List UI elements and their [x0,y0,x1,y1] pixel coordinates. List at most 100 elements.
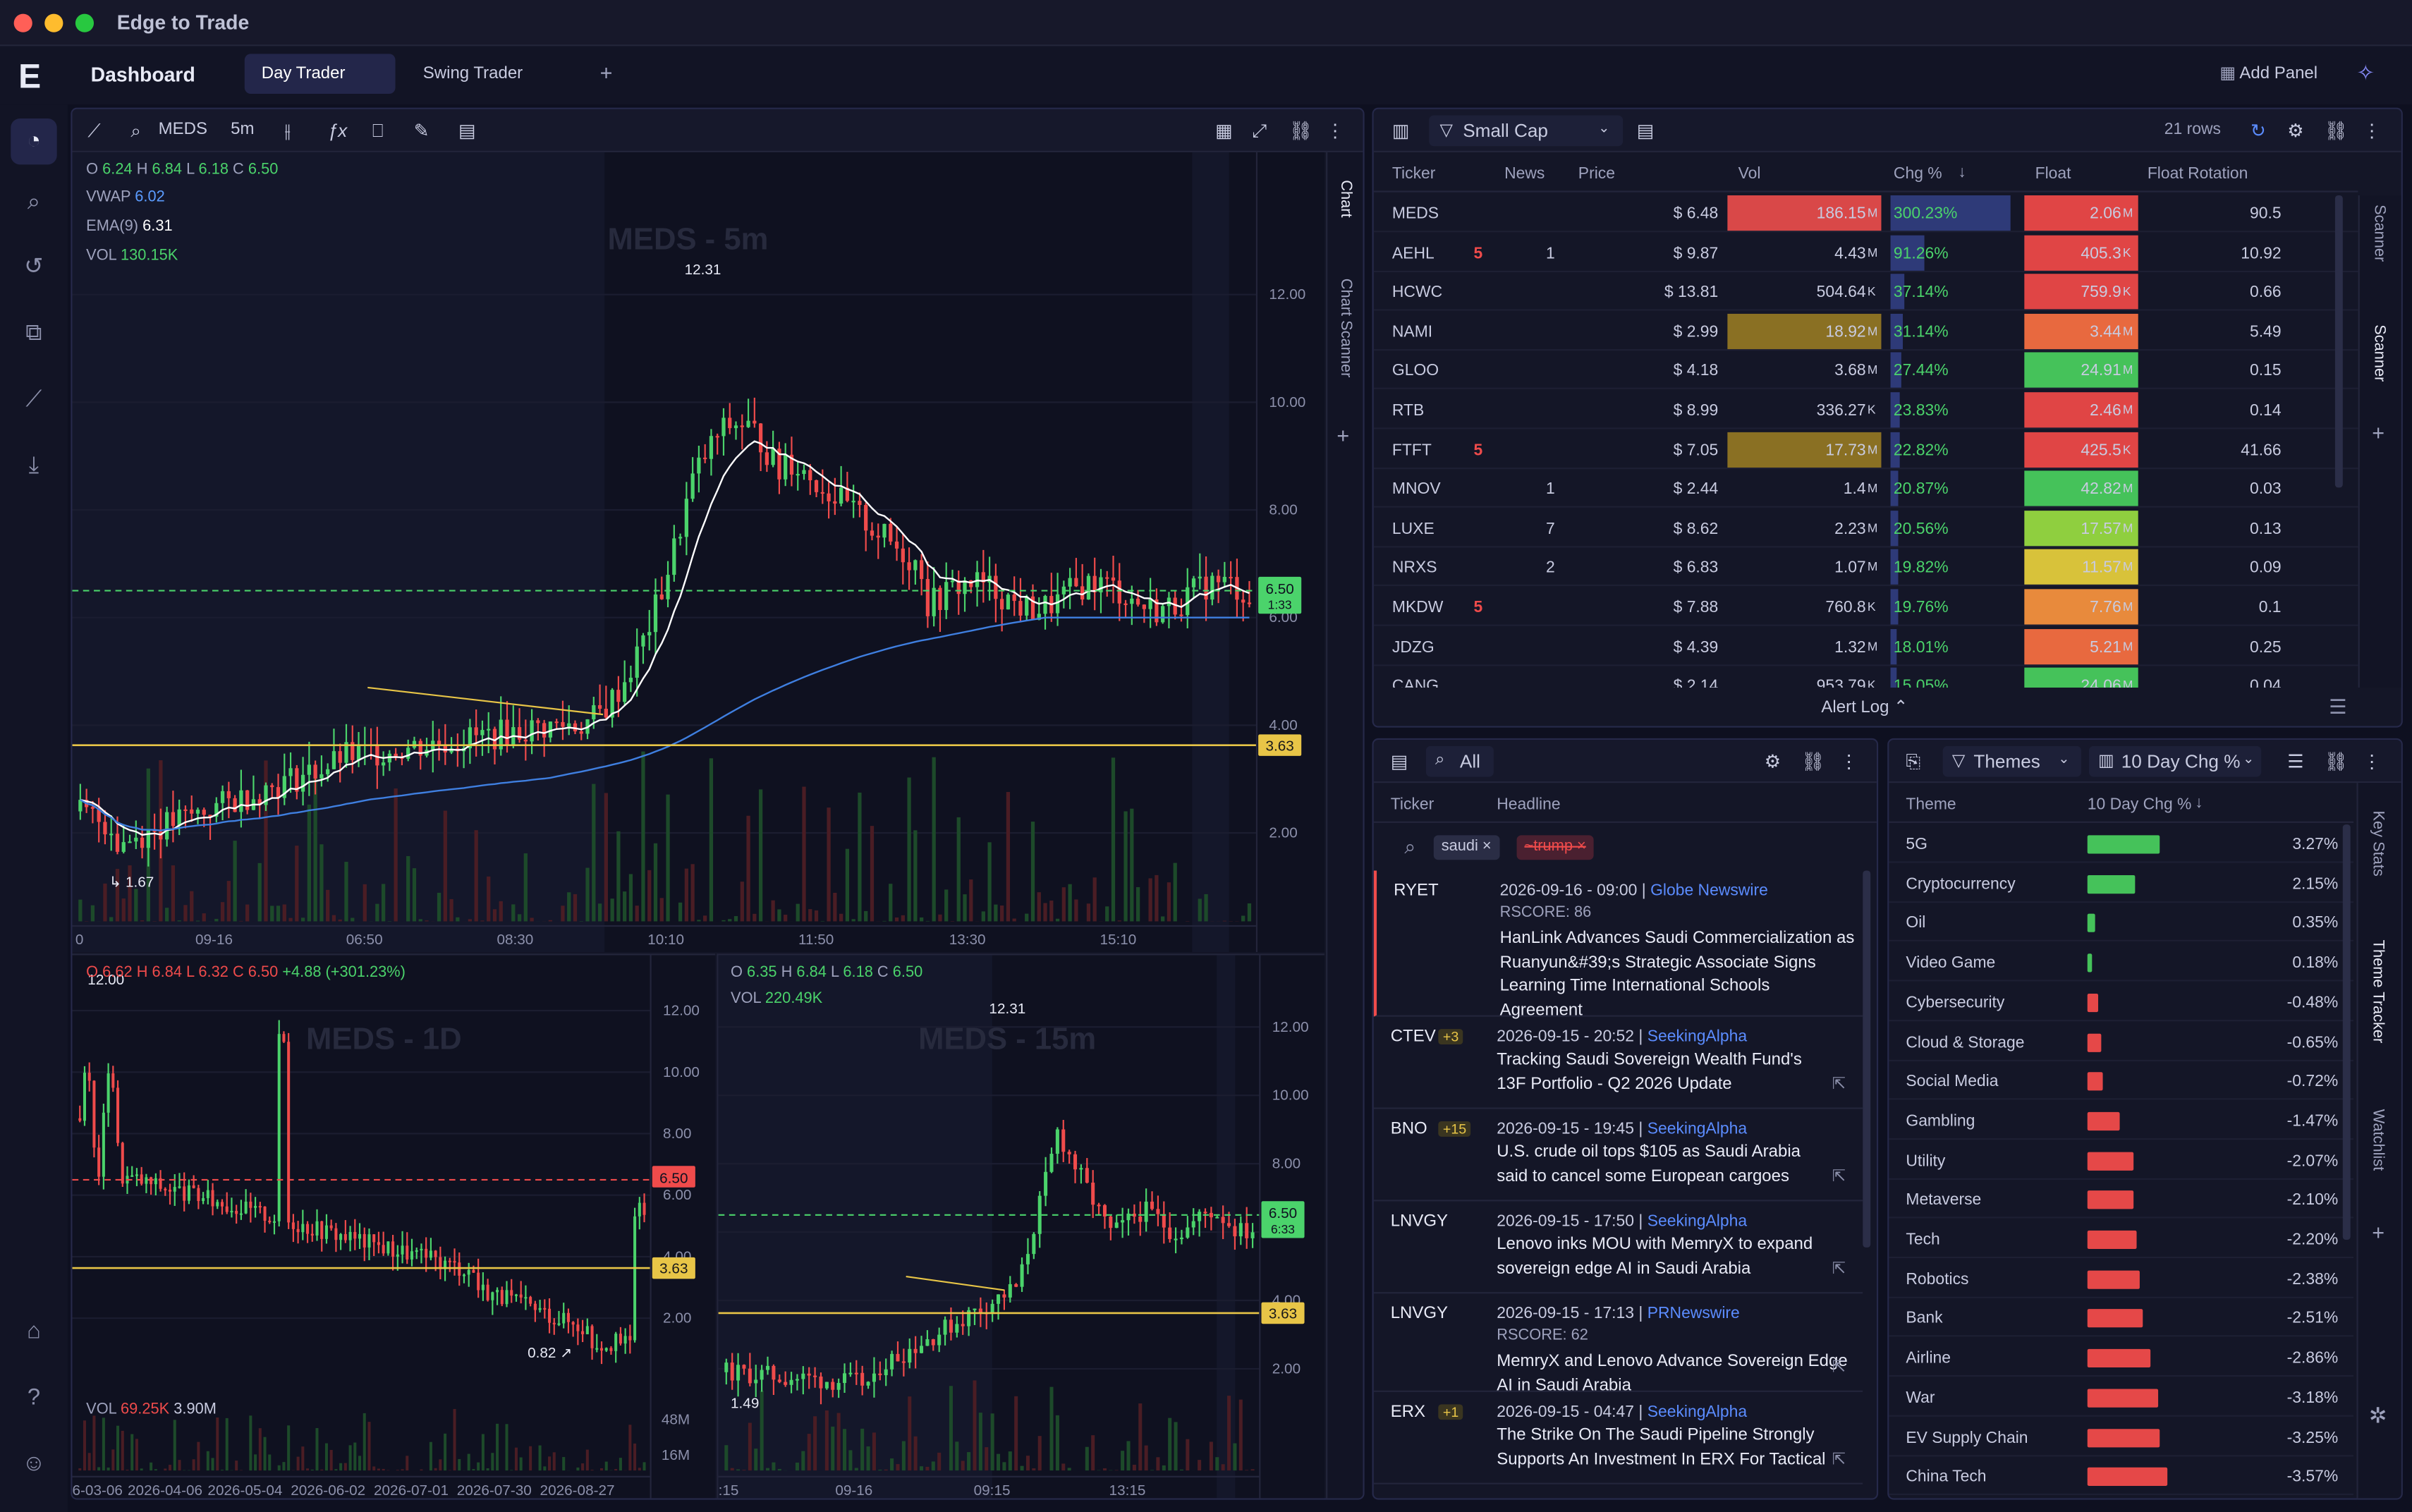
keyword-chip[interactable]: saudi × [1433,835,1499,860]
theme-row[interactable]: Bank -2.51% [1889,1299,2354,1338]
external-link-icon[interactable]: ⇱ [1832,1075,1846,1094]
theme-row[interactable]: Robotics -2.38% [1889,1260,2354,1298]
add-side-tab-button[interactable]: + [2372,1220,2384,1245]
calendar-icon[interactable]: ▤ [458,120,476,142]
tab-theme-tracker[interactable]: Theme Tracker [2369,940,2386,1044]
col-theme[interactable]: Theme [1906,795,1956,814]
news-headline[interactable]: Lenovo inks MOU with MemryX to expand [1497,1235,1813,1253]
news-source[interactable]: SeekingAlpha [1647,1212,1747,1231]
theme-row[interactable]: China Tech -3.57% [1889,1457,2354,1496]
settings-icon[interactable]: ⚙ [1765,750,1781,772]
scanner-row[interactable]: FTFT 5 $ 7.05 17.73 M 22.82% 425.5 K 41.66 [1373,430,2358,469]
maximize-window-button[interactable] [75,13,95,32]
minimize-window-button[interactable] [44,13,63,32]
more-icon[interactable]: ⋮ [2363,120,2381,142]
news-headline[interactable]: HanLink Advances Saudi Commercialization… [1500,929,1855,947]
expand-icon[interactable]: ⤢ [1252,120,1267,143]
link-icon[interactable]: ⛓ [1801,750,1825,772]
related-count-badge[interactable]: +1 [1438,1404,1463,1420]
themes-scrollbar[interactable] [2342,824,2351,1240]
news-headline[interactable]: The Strike On The Saudi Pipeline Strongl… [1497,1426,1814,1444]
add-panel-button[interactable]: ▦ Add Panel [2219,63,2317,83]
scanner-row[interactable]: LUXE 7 $ 8.62 2.23 M 20.56% 17.57 M 0.13 [1373,509,2358,548]
col-10d-chg[interactable]: 10 Day Chg % [2088,795,2192,814]
col-float-rotation[interactable]: Float Rotation [2148,164,2248,183]
remove-chip-icon[interactable]: × [1577,839,1586,855]
scanner-row[interactable]: NAMI $ 2.99 18.92 M 31.14% 3.44 M 5.49 [1373,312,2358,350]
col-ticker[interactable]: Ticker [1392,164,1436,183]
chart-15m[interactable]: 12.0010.008.006.004.002.003.636.506:33:1… [717,953,1324,1499]
external-link-icon[interactable]: ⇱ [1832,1260,1846,1278]
col-chg[interactable]: Chg % [1894,164,1942,183]
news-headline[interactable]: MemryX and Lenovo Advance Sovereign Edge [1497,1352,1847,1370]
news-headline[interactable]: 13F Portfolio - Q2 2026 Update [1497,1074,1731,1092]
col-vol[interactable]: Vol [1738,164,1761,183]
scanner-scrollbar[interactable] [2334,195,2343,488]
col-ticker[interactable]: Ticker [1391,795,1435,814]
news-source[interactable]: PRNewswire [1647,1305,1740,1323]
exclude-chip[interactable]: ~trump × [1516,835,1594,860]
scanner-row[interactable]: RTB $ 8.99 336.27 K 23.83% 2.46 M 0.14 [1373,391,2358,429]
news-item[interactable]: RYET 2026-09-16 - 09:00 | Globe Newswire R… [1373,870,1863,1019]
col-headline[interactable]: Headline [1497,795,1560,814]
columns-icon[interactable]: ☰ [2329,695,2346,720]
theme-row[interactable]: Oil 0.35% [1889,903,2354,942]
related-count-badge[interactable]: +3 [1438,1029,1463,1044]
theme-row[interactable]: 5G 3.27% [1889,824,2354,863]
news-headline[interactable]: Supports An Investment In ERX For Tactic… [1497,1450,1825,1468]
news-item[interactable]: CTEV +3 2026-09-15 - 20:52 | SeekingAlpha T… [1373,1017,1863,1109]
settings-icon[interactable]: ⚙ [2287,120,2303,142]
sparkle-icon[interactable]: ✧ [2356,60,2375,86]
layers-icon[interactable]: ⧉ [17,317,51,350]
news-headline[interactable]: said to cancel some European cargoes [1497,1166,1789,1185]
external-link-icon[interactable]: ⇱ [1832,1167,1846,1185]
news-filter[interactable]: ⌕ All [1425,745,1494,777]
calendar-icon[interactable]: ▤ [1637,120,1655,142]
news-item[interactable]: LNVGY 2026-09-15 - 17:50 | SeekingAlpha Le… [1373,1201,1863,1294]
chart-5m[interactable]: 12.00 10.00 8.00 6.00 4.00 2.00 3.63 6.50 1:33 0 0… [72,152,1324,953]
external-link-icon[interactable]: ⇱ [1832,1451,1846,1469]
col-price[interactable]: Price [1578,164,1615,183]
link-icon[interactable]: ⛓ [1289,120,1312,142]
news-source[interactable]: SeekingAlpha [1647,1403,1747,1421]
themes-select[interactable]: ▽ Themes ⌄ [1942,745,2082,777]
telescope-icon[interactable]: ⟋ [17,383,51,417]
news-item[interactable]: LNVGY 2026-09-15 - 17:13 | PRNewswire RSCO… [1373,1293,1863,1394]
news-item[interactable]: ERX +1 2026-09-15 - 04:47 | SeekingAlpha Th… [1373,1392,1863,1484]
tab-scanner-1[interactable]: Scanner [2370,205,2387,262]
scanner-search-icon[interactable]: ⌕ [17,186,51,220]
add-side-tab-button[interactable]: + [2372,420,2384,444]
more-icon[interactable]: ⋮ [1326,120,1344,142]
scanner-row[interactable]: NRXS 2 $ 6.83 1.07 M 19.82% 11.57 M 0.09 [1373,548,2358,587]
tab-swing-trader[interactable]: Swing Trader [423,65,523,83]
tab-scanner-2[interactable]: Scanner [2370,324,2387,382]
link-icon[interactable]: ⛓ [2325,750,2348,772]
tab-key-stats[interactable]: Key Stats [2369,810,2386,876]
help-icon[interactable]: ? [17,1382,51,1415]
pencil-icon[interactable]: ✎ [414,120,430,142]
news-source[interactable]: Globe Newswire [1650,882,1768,900]
history-icon[interactable]: ↺ [17,251,51,285]
theme-row[interactable]: Metaverse -2.10% [1889,1181,2354,1219]
theme-row[interactable]: Gambling -1.47% [1889,1101,2354,1140]
bookmark-icon[interactable]: ⎕ [372,120,384,143]
chart-type-icon[interactable]: ⟋ [87,120,100,143]
news-scrollbar[interactable] [1863,870,1871,1248]
dashboard-gauge-icon[interactable]: ◔ [11,118,57,165]
theme-row[interactable]: EV Supply Chain -3.25% [1889,1418,2354,1456]
symbol-input[interactable]: MEDS [159,120,207,138]
add-tab-button[interactable]: + [600,60,613,85]
tab-watchlist[interactable]: Watchlist [2369,1109,2386,1171]
scanner-row[interactable]: MKDW 5 $ 7.88 760.8 K 19.76% 7.76 M 0.1 [1373,587,2358,626]
scanner-row[interactable]: HCWC $ 13.81 504.64 K 37.14% 759.9 K 0.66 [1373,272,2358,311]
col-news[interactable]: News [1504,164,1545,183]
tab-day-trader[interactable]: Day Trader [244,54,396,94]
chart-1d[interactable]: 12.00 10.00 8.00 6.00 4.00 2.00 3.63 6.50 6-03-0… [72,953,716,1499]
related-count-badge[interactable]: +15 [1438,1121,1471,1137]
theme-row[interactable]: War -3.18% [1889,1378,2354,1417]
bug-icon[interactable]: ✲ [2369,1403,2387,1429]
tab-chart[interactable]: Chart [1336,180,1353,217]
interval-select[interactable]: 5m [231,120,254,138]
theme-row[interactable]: Cryptocurrency 2.15% [1889,864,2354,903]
theme-row[interactable]: Video Game 0.18% [1889,943,2354,982]
